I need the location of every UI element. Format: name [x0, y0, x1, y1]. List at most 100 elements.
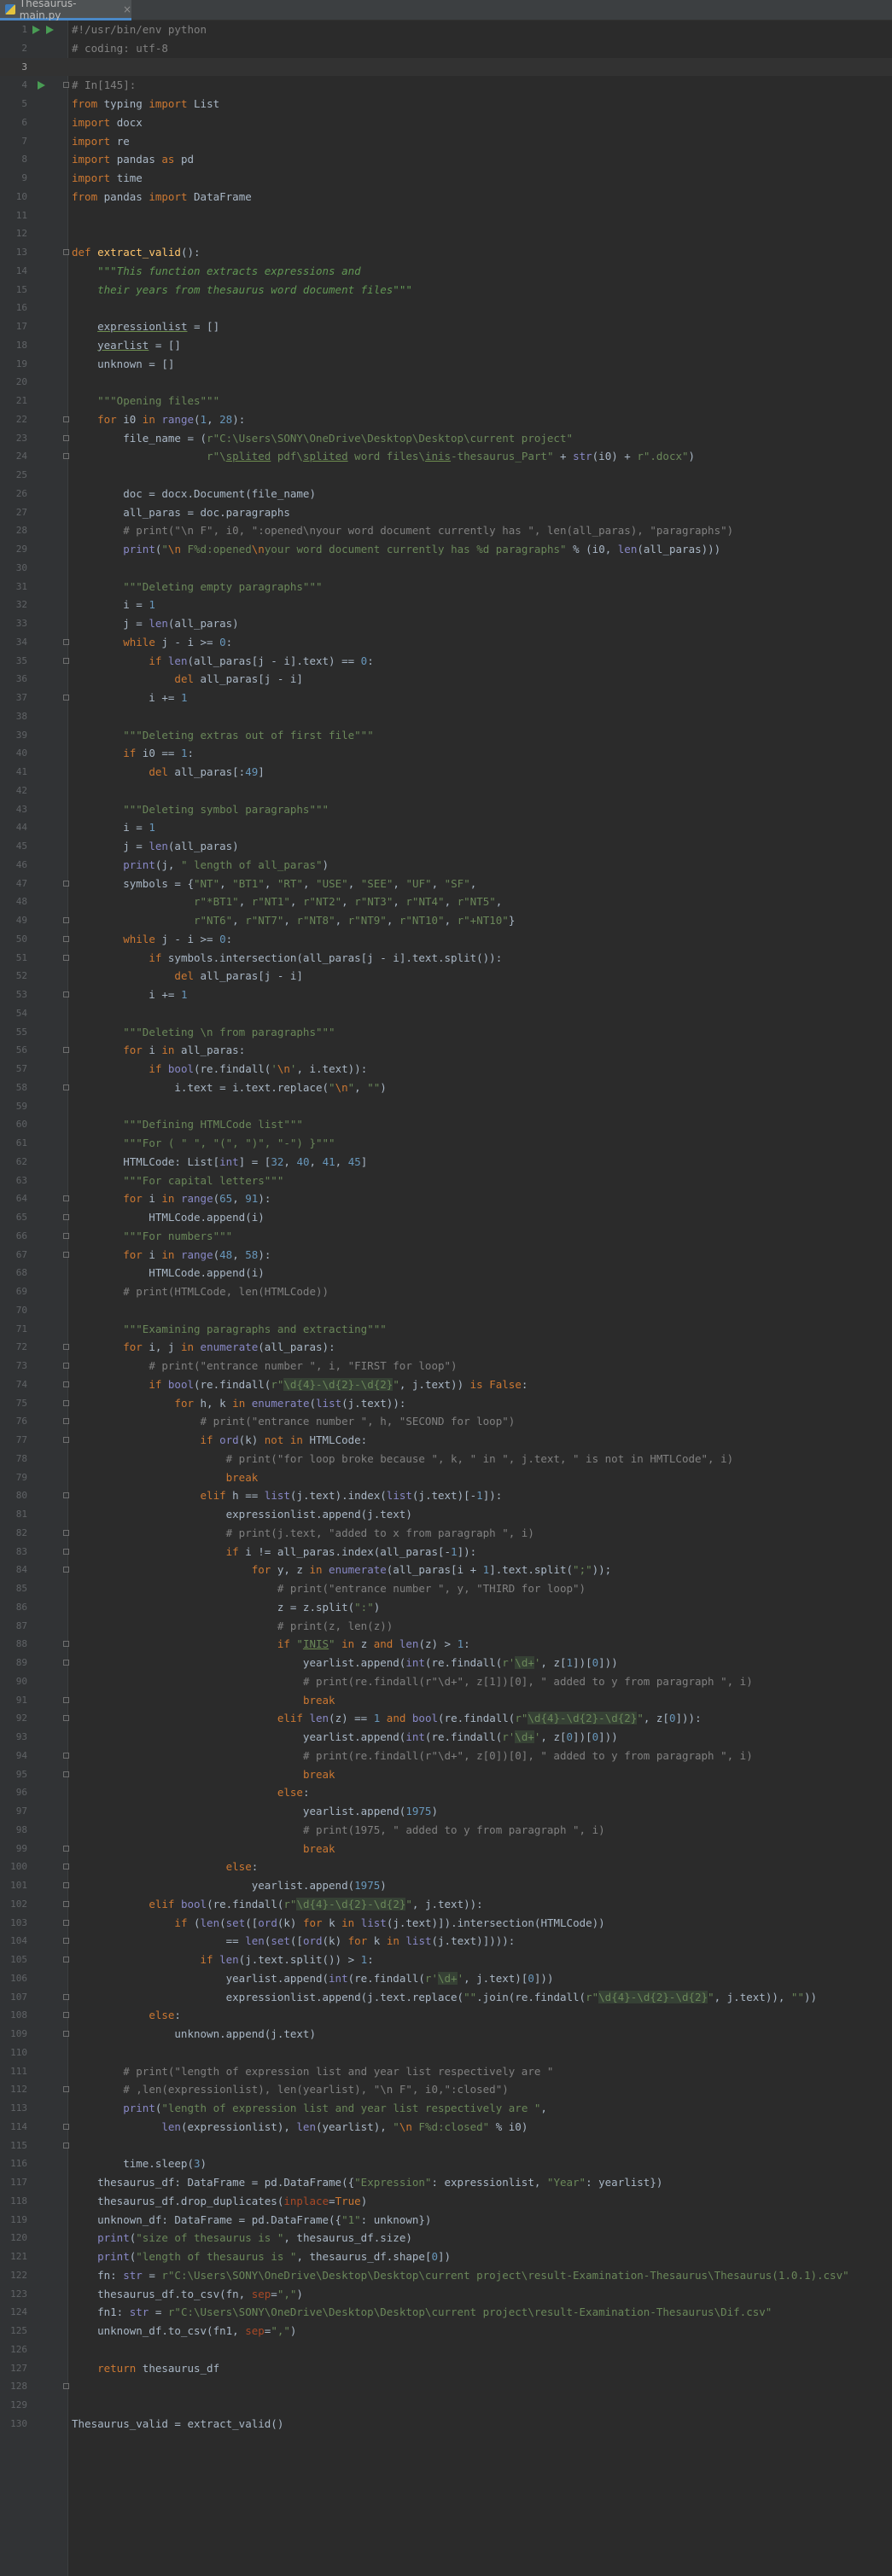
fold-marker-icon[interactable]	[63, 2123, 69, 2130]
code-line[interactable]: 100 else:	[0, 1858, 892, 1876]
fold-marker-icon[interactable]	[63, 1195, 69, 1202]
code-line[interactable]: 104 == len(set([ord(k) for k in list(j.t…	[0, 1932, 892, 1951]
code-text[interactable]: r"\splited pdf\splited word files\inis-t…	[72, 447, 892, 466]
line-number[interactable]: 123	[0, 2285, 27, 2304]
code-line[interactable]: 43 """Deleting symbol paragraphs"""	[0, 800, 892, 819]
code-line[interactable]: 28 # print("\n F", i0, ":opened\nyour wo…	[0, 521, 892, 540]
line-number[interactable]: 127	[0, 2359, 27, 2378]
code-text[interactable]: i = 1	[72, 818, 892, 837]
fold-marker-icon[interactable]	[63, 1993, 69, 2000]
code-line[interactable]: 37 i += 1	[0, 689, 892, 707]
code-text[interactable]: # print(re.findall(r"\d+", z[0])[0], " a…	[72, 1747, 892, 1765]
code-text[interactable]: # print(z, len(z))	[72, 1617, 892, 1636]
code-line[interactable]: 86 z = z.split(":")	[0, 1598, 892, 1617]
line-number[interactable]: 58	[0, 1079, 27, 1097]
fold-marker-icon[interactable]	[63, 1696, 69, 1703]
code-text[interactable]: import docx	[72, 113, 892, 132]
code-text[interactable]: j = len(all_paras)	[72, 837, 892, 856]
code-text[interactable]: for i in all_paras:	[72, 1041, 892, 1060]
line-number[interactable]: 23	[0, 429, 27, 448]
fold-marker-icon[interactable]	[63, 416, 69, 422]
code-line[interactable]: 72 for i, j in enumerate(all_paras):	[0, 1338, 892, 1357]
code-line[interactable]: 113 print("length of expression list and…	[0, 2099, 892, 2118]
code-line[interactable]: 128	[0, 2377, 892, 2396]
line-number[interactable]: 129	[0, 2396, 27, 2415]
fold-marker-icon[interactable]	[63, 1567, 69, 1573]
line-number[interactable]: 109	[0, 2025, 27, 2044]
line-number[interactable]: 125	[0, 2322, 27, 2340]
line-number[interactable]: 15	[0, 281, 27, 299]
code-text[interactable]: # ,len(expressionlist), len(yearlist), "…	[72, 2080, 892, 2099]
fold-marker-icon[interactable]	[63, 1232, 69, 1239]
line-number[interactable]: 40	[0, 744, 27, 763]
fold-marker-icon[interactable]	[63, 1251, 69, 1258]
code-line[interactable]: 107 expressionlist.append(j.text.replace…	[0, 1988, 892, 2007]
code-text[interactable]: def extract_valid():	[72, 243, 892, 262]
code-text[interactable]: i += 1	[72, 689, 892, 707]
line-number[interactable]: 4	[0, 76, 27, 95]
code-line[interactable]: 53 i += 1	[0, 986, 892, 1004]
code-line[interactable]: 117 thesaurus_df: DataFrame = pd.DataFra…	[0, 2173, 892, 2192]
line-number[interactable]: 1	[0, 20, 27, 39]
code-line[interactable]: 25	[0, 466, 892, 485]
line-number[interactable]: 73	[0, 1357, 27, 1375]
code-text[interactable]: break	[72, 1840, 892, 1858]
code-text[interactable]: for i0 in range(1, 28):	[72, 410, 892, 429]
code-line[interactable]: 127 return thesaurus_df	[0, 2359, 892, 2378]
fold-marker-icon[interactable]	[63, 1084, 69, 1090]
code-line[interactable]: 77 if ord(k) not in HTMLCode:	[0, 1431, 892, 1450]
code-line[interactable]: 64 for i in range(65, 91):	[0, 1189, 892, 1208]
code-text[interactable]: #!/usr/bin/env python	[72, 20, 892, 39]
tab-thesaurus-main[interactable]: Thesaurus-main.py ×	[0, 0, 131, 21]
fold-marker-icon[interactable]	[63, 991, 69, 997]
fold-marker-icon[interactable]	[63, 1548, 69, 1555]
line-number[interactable]: 12	[0, 224, 27, 243]
code-text[interactable]: for y, z in enumerate(all_paras[i + 1].t…	[72, 1561, 892, 1579]
line-number[interactable]: 9	[0, 169, 27, 188]
line-number[interactable]: 124	[0, 2303, 27, 2322]
line-number[interactable]: 126	[0, 2340, 27, 2359]
line-number[interactable]: 105	[0, 1951, 27, 1969]
line-number[interactable]: 60	[0, 1115, 27, 1134]
code-line[interactable]: 120 print("size of thesaurus is ", thesa…	[0, 2229, 892, 2247]
line-number[interactable]: 87	[0, 1617, 27, 1636]
line-number[interactable]: 63	[0, 1172, 27, 1190]
line-number[interactable]: 45	[0, 837, 27, 856]
code-line[interactable]: 2 # coding: utf-8	[0, 39, 892, 58]
fold-marker-icon[interactable]	[63, 249, 69, 255]
line-number[interactable]: 108	[0, 2006, 27, 2025]
code-line[interactable]: 27 all_paras = doc.paragraphs	[0, 503, 892, 522]
code-line[interactable]: 11	[0, 206, 892, 225]
code-line[interactable]: 118 thesaurus_df.drop_duplicates(inplace…	[0, 2192, 892, 2211]
code-text[interactable]: print(j, " length of all_paras")	[72, 856, 892, 875]
line-number[interactable]: 92	[0, 1709, 27, 1728]
code-line[interactable]: 129	[0, 2396, 892, 2415]
code-text[interactable]: while j - i >= 0:	[72, 930, 892, 949]
code-text[interactable]: from pandas import DataFrame	[72, 188, 892, 206]
line-number[interactable]: 26	[0, 485, 27, 503]
line-number[interactable]: 78	[0, 1450, 27, 1468]
code-line[interactable]: 7 import re	[0, 132, 892, 151]
line-number[interactable]: 47	[0, 875, 27, 893]
line-number[interactable]: 29	[0, 540, 27, 559]
code-text[interactable]: yearlist.append(int(re.findall(r'\d+', z…	[72, 1654, 892, 1672]
line-number[interactable]: 8	[0, 150, 27, 169]
line-number[interactable]: 53	[0, 986, 27, 1004]
code-text[interactable]: yearlist.append(1975)	[72, 1802, 892, 1821]
line-number[interactable]: 104	[0, 1932, 27, 1951]
code-text[interactable]: """Defining HTMLCode list"""	[72, 1115, 892, 1134]
line-number[interactable]: 71	[0, 1320, 27, 1339]
fold-marker-icon[interactable]	[63, 1492, 69, 1499]
code-text[interactable]: # print("for loop broke because ", k, " …	[72, 1450, 892, 1468]
code-text[interactable]: r"NT6", r"NT7", r"NT8", r"NT9", r"NT10",…	[72, 911, 892, 930]
fold-marker-icon[interactable]	[63, 1715, 69, 1722]
fold-marker-icon[interactable]	[63, 880, 69, 887]
line-number[interactable]: 103	[0, 1914, 27, 1933]
fold-marker-icon[interactable]	[63, 1641, 69, 1648]
code-text[interactable]: # print("entrance number ", i, "FIRST fo…	[72, 1357, 892, 1375]
code-text[interactable]: if ord(k) not in HTMLCode:	[72, 1431, 892, 1450]
code-line[interactable]: 69 # print(HTMLCode, len(HTMLCode))	[0, 1282, 892, 1301]
line-number[interactable]: 65	[0, 1208, 27, 1227]
code-text[interactable]: fn: str = r"C:\Users\SONY\OneDrive\Deskt…	[72, 2266, 892, 2285]
code-text[interactable]: break	[72, 1765, 892, 1784]
